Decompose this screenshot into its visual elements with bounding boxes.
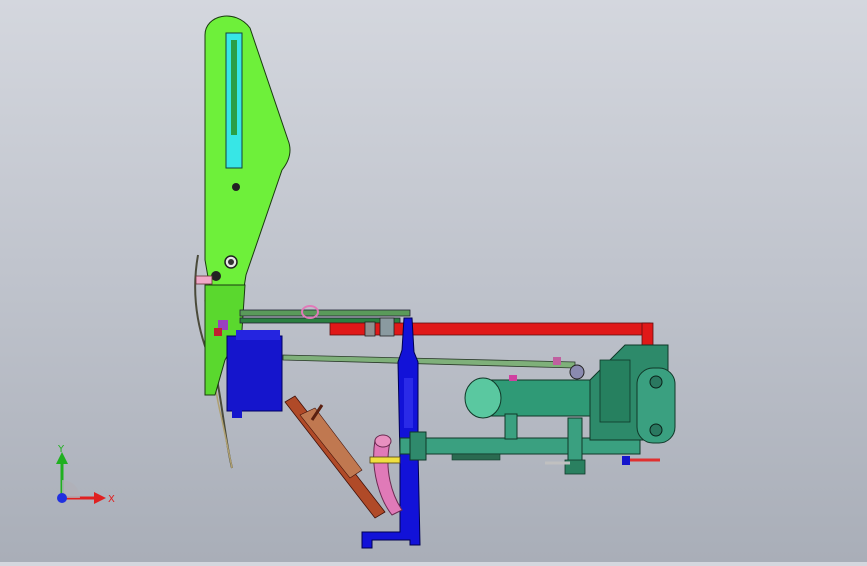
upper-link-bar: [239, 309, 411, 317]
motor-clip: [553, 357, 561, 365]
pivot-bolt-lower-center: [228, 259, 234, 265]
link-clamp-b: [364, 321, 376, 337]
cyan-slot-inner: [231, 40, 237, 135]
pink-hose-end: [374, 434, 392, 448]
blue-base-block: [226, 335, 283, 412]
teal-shaft-collar: [409, 431, 427, 461]
motor-cap: [569, 364, 585, 380]
upper-link-bar-2: [239, 317, 401, 324]
pivot-bolt-top: [232, 183, 240, 191]
red-rail: [329, 322, 651, 336]
blue-base-foot: [232, 408, 242, 418]
small-red-block: [214, 328, 222, 336]
green-arm-plate: [204, 15, 291, 301]
x-axis-label: X: [108, 494, 115, 505]
bolt-small: [211, 271, 221, 281]
teal-side-bolt-top: [649, 375, 663, 389]
right-blue-nub: [622, 456, 630, 465]
assembly-drawing: [194, 15, 676, 549]
long-tie-rod: [282, 354, 576, 369]
teal-side-bolt-bottom: [649, 423, 663, 437]
link-clamp-a: [379, 317, 395, 337]
yellow-pin: [369, 456, 401, 464]
teal-motor-end: [464, 377, 502, 419]
pink-pin: [195, 275, 213, 285]
x-axis-arrow: [94, 492, 106, 504]
cad-viewport[interactable]: Y X: [0, 0, 867, 562]
magenta-nub: [509, 375, 517, 381]
z-axis-dot: [57, 493, 67, 503]
y-axis-label: Y: [57, 444, 65, 455]
teal-bracket-plate: [599, 359, 631, 423]
blue-base-top: [236, 330, 280, 340]
coordinate-triad: Y X: [56, 444, 115, 505]
teal-motor-mount: [504, 413, 518, 440]
shaft-label-plate: [451, 453, 501, 461]
blue-frame-slot: [404, 378, 413, 428]
brown-link-overlay: [299, 407, 363, 479]
